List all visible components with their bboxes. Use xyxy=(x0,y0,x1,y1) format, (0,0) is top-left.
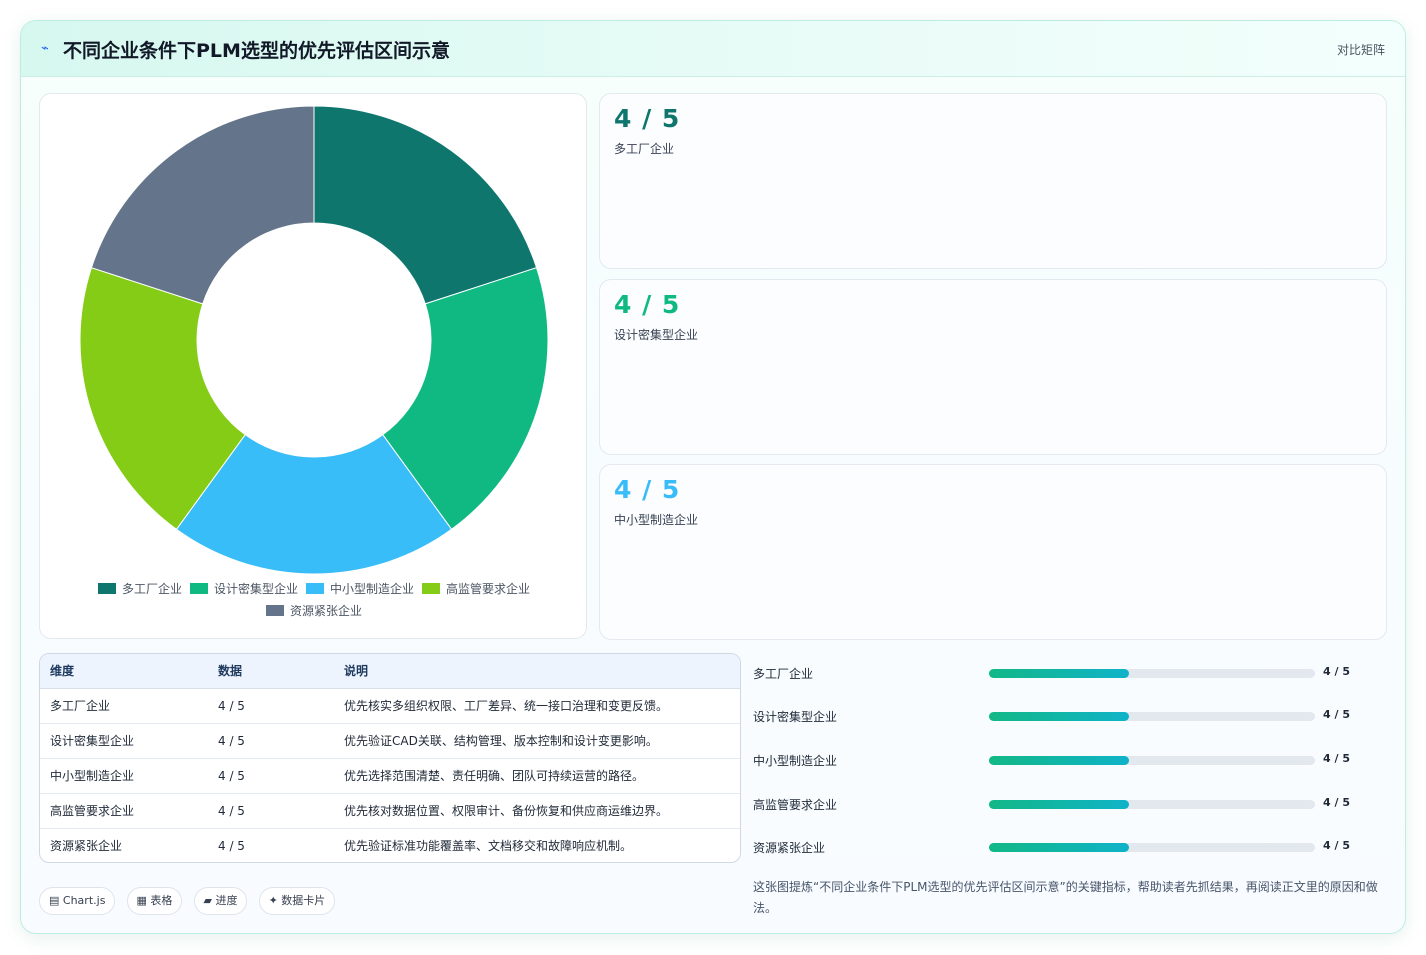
page-title: 不同企业条件下PLM选型的优先评估区间示意 xyxy=(63,40,450,62)
legend-item[interactable]: 中小型制造企业 xyxy=(306,578,414,600)
donut-chart xyxy=(79,105,549,575)
progress-track xyxy=(989,756,1315,765)
legend-label: 高监管要求企业 xyxy=(446,582,531,596)
stat-value: 4 / 5 xyxy=(614,104,681,133)
table-icon: ▦ xyxy=(136,894,147,907)
progress-row: 中小型制造企业 4 / 5 xyxy=(751,750,1391,770)
table-pill[interactable]: ▦ 表格 xyxy=(126,887,183,915)
table-cell: 资源紧张企业 xyxy=(50,839,123,854)
legend-label: 资源紧张企业 xyxy=(289,604,362,618)
table-header-description: 说明 xyxy=(334,654,740,689)
progress-value: 4 / 5 xyxy=(1323,708,1350,721)
progress-value: 4 / 5 xyxy=(1323,752,1350,765)
progress-label: 资源紧张企业 xyxy=(753,841,826,855)
chart-legend: 多工厂企业 设计密集型企业 中小型制造企业 高监管要求企业资源紧张企业 xyxy=(60,578,568,622)
tag-pills: ▤ Chart.js ▦ 表格 ▰ 进度 ✦ 数据卡片 xyxy=(39,887,341,915)
stat-card: 4 / 5 多工厂企业 xyxy=(599,93,1387,269)
card-icon: ✦ xyxy=(268,894,278,907)
stat-value: 4 / 5 xyxy=(614,290,681,319)
table-cell: 优先验证标准功能覆盖率、文档移交和故障响应机制。 xyxy=(344,839,633,854)
legend-swatch xyxy=(97,583,116,594)
legend-swatch xyxy=(189,583,208,594)
dashboard-card: ⌁ 不同企业条件下PLM选型的优先评估区间示意 对比矩阵 多工厂企业 设计密集型企… xyxy=(20,20,1406,934)
table-cell: 4 / 5 xyxy=(208,688,334,724)
progress-track xyxy=(989,843,1315,852)
table-cell: 4 / 5 xyxy=(208,723,334,759)
stat-value: 4 / 5 xyxy=(614,475,681,504)
progress-fill xyxy=(989,669,1130,678)
progress-track xyxy=(989,669,1315,678)
stat-label: 多工厂企业 xyxy=(614,142,675,156)
progress-track xyxy=(989,800,1315,809)
legend-label: 设计密集型企业 xyxy=(213,582,298,596)
stat-label: 设计密集型企业 xyxy=(614,328,699,342)
legend-item[interactable]: 设计密集型企业 xyxy=(189,578,298,600)
progress-track xyxy=(989,712,1315,721)
table-header-data: 数据 xyxy=(208,654,334,689)
progress-label: 多工厂企业 xyxy=(753,667,814,681)
summary-note: 这张图提炼“不同企业条件下PLM选型的优先评估区间示意”的关键指标，帮助读者先抓… xyxy=(753,880,1378,915)
stat-card: 4 / 5 设计密集型企业 xyxy=(599,279,1387,455)
legend-item[interactable]: 高监管要求企业 xyxy=(422,578,530,600)
table-cell: 4 / 5 xyxy=(218,838,245,853)
donut-slice-5[interactable] xyxy=(90,105,315,305)
table-row: 中小型制造企业 4 / 5 优先选择范围清楚、责任明确、团队可持续运营的路径。 xyxy=(40,758,740,794)
table-row: 设计密集型企业 4 / 5 优先验证CAD关联、结构管理、版本控制和设计变更影响… xyxy=(40,723,740,759)
data-card-pill[interactable]: ✦ 数据卡片 xyxy=(258,887,336,915)
table-row: 多工厂企业 4 / 5 优先核实多组织权限、工厂差异、统一接口治理和变更反馈。 xyxy=(40,688,740,724)
legend-swatch xyxy=(422,583,441,594)
progress-value: 4 / 5 xyxy=(1323,839,1350,852)
chartjs-pill[interactable]: ▤ Chart.js xyxy=(39,887,116,915)
pill-label: 数据卡片 xyxy=(281,894,326,907)
table-header-row: 维度 数据 说明 xyxy=(40,654,740,689)
table-cell: 优先选择范围清楚、责任明确、团队可持续运营的路径。 xyxy=(334,758,740,794)
progress-label: 设计密集型企业 xyxy=(753,710,838,724)
progress-label: 高监管要求企业 xyxy=(753,798,838,812)
progress-row: 多工厂企业 4 / 5 xyxy=(751,663,1391,683)
pill-label: Chart.js xyxy=(62,894,106,907)
table-cell: 优先验证CAD关联、结构管理、版本控制和设计变更影响。 xyxy=(334,723,740,759)
progress-fill xyxy=(989,756,1130,765)
progress-fill xyxy=(989,712,1130,721)
progress-value: 4 / 5 xyxy=(1323,796,1350,809)
table-cell: 多工厂企业 xyxy=(40,688,208,724)
table-header-dimension: 维度 xyxy=(40,654,208,689)
legend-item[interactable]: 资源紧张企业 xyxy=(265,600,362,622)
progress-row: 高监管要求企业 4 / 5 xyxy=(751,794,1391,814)
table-row: 资源紧张企业 4 / 5 优先验证标准功能覆盖率、文档移交和故障响应机制。 xyxy=(40,828,740,862)
table-row: 高监管要求企业 4 / 5 优先核对数据位置、权限审计、备份恢复和供应商运维边界… xyxy=(40,793,740,829)
bolt-icon: ⌁ xyxy=(41,41,49,56)
legend-label: 中小型制造企业 xyxy=(330,582,415,596)
donut-slice-1[interactable] xyxy=(313,105,538,305)
progress-pill[interactable]: ▰ 进度 xyxy=(193,887,248,915)
progress-row: 设计密集型企业 4 / 5 xyxy=(751,706,1391,726)
legend-swatch xyxy=(265,605,284,616)
table-cell: 设计密集型企业 xyxy=(40,723,208,759)
card-header: ⌁ 不同企业条件下PLM选型的优先评估区间示意 对比矩阵 xyxy=(21,21,1405,77)
stat-card: 4 / 5 中小型制造企业 xyxy=(599,464,1387,640)
table-cell: 中小型制造企业 xyxy=(40,758,208,794)
progress-row: 资源紧张企业 4 / 5 xyxy=(751,837,1391,857)
progress-fill xyxy=(989,800,1130,809)
table-cell: 4 / 5 xyxy=(208,758,334,794)
stat-label: 中小型制造企业 xyxy=(614,513,699,527)
progress-label: 中小型制造企业 xyxy=(753,754,838,768)
chart-icon: ▤ xyxy=(49,894,60,907)
header-tag: 对比矩阵 xyxy=(1336,43,1385,57)
table-cell: 4 / 5 xyxy=(208,793,334,829)
legend-item[interactable]: 多工厂企业 xyxy=(97,578,182,600)
progress-fill xyxy=(989,843,1130,852)
pill-label: 表格 xyxy=(150,894,173,907)
pill-label: 进度 xyxy=(215,894,238,907)
progress-value: 4 / 5 xyxy=(1323,665,1350,678)
chart-panel: 多工厂企业 设计密集型企业 中小型制造企业 高监管要求企业资源紧张企业 xyxy=(39,93,587,639)
table-cell: 优先核实多组织权限、工厂差异、统一接口治理和变更反馈。 xyxy=(334,688,740,724)
progress-icon: ▰ xyxy=(203,894,212,907)
legend-swatch xyxy=(306,583,324,594)
table-cell: 高监管要求企业 xyxy=(40,793,208,829)
data-table: 维度 数据 说明 多工厂企业 4 / 5 优先核实多组织权限、工厂差异、统一接口… xyxy=(39,653,741,863)
legend-label: 多工厂企业 xyxy=(121,582,182,596)
table-cell: 优先核对数据位置、权限审计、备份恢复和供应商运维边界。 xyxy=(334,793,740,829)
